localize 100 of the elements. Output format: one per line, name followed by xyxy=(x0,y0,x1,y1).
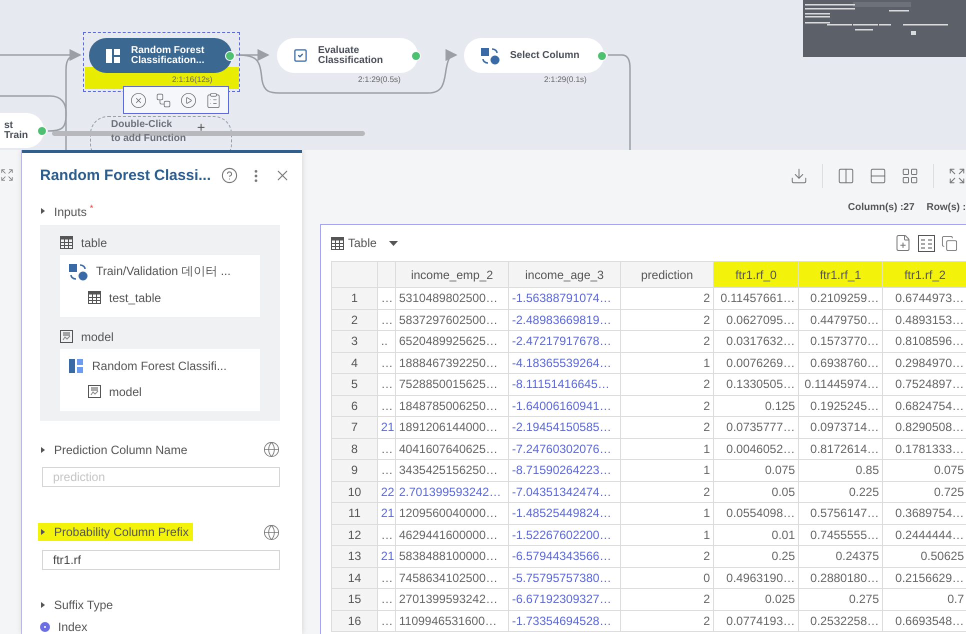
text-field[interactable]: prediction xyxy=(42,467,280,488)
row-number: 3 xyxy=(332,330,378,352)
workflow-node[interactable]: Select Column xyxy=(464,38,604,73)
table-cell: 0.6938760… xyxy=(798,352,882,374)
source-node[interactable]: Train/Validation 데이터 ... xyxy=(96,263,231,280)
table-cell: 2 xyxy=(620,610,714,632)
column-header[interactable]: prediction xyxy=(620,262,714,288)
table-cell: 1 xyxy=(620,524,714,546)
table-cell: 6520489925625… xyxy=(396,330,508,352)
table-cell: 2 xyxy=(620,309,714,330)
table-cell: … xyxy=(378,460,396,481)
table-cell: 0.4479750… xyxy=(798,309,882,330)
table-cell: 5310489802500… xyxy=(396,288,508,309)
table-cell: 0.11457661… xyxy=(714,288,798,309)
table-cell: 0.0627095… xyxy=(714,309,798,330)
table-cell: … xyxy=(378,374,396,395)
panel-title: Random Forest Classi... xyxy=(40,167,211,184)
placeholder-text[interactable]: to add Function xyxy=(111,134,186,144)
table-cell: -7.24760302076… xyxy=(508,438,620,460)
table-cell: 7528850015625… xyxy=(396,374,508,395)
table-cell: 0.0317632… xyxy=(714,330,798,352)
column-header[interactable]: income_age_3 xyxy=(508,262,620,288)
table-cell: 0.0076269… xyxy=(714,352,798,374)
parameter-label[interactable]: Prediction Column Name xyxy=(54,440,192,459)
row-number: 13 xyxy=(332,546,378,567)
table-cell: 0.2109259… xyxy=(798,288,882,309)
table-cell: 0.05 xyxy=(714,481,798,502)
table-cell: 7458634102500… xyxy=(396,567,508,588)
table-cell: 21 xyxy=(378,416,396,438)
column-header[interactable]: ftr1.rf_0 xyxy=(714,262,798,288)
table-cell: -1.48525449824… xyxy=(508,502,620,524)
row-number: 2 xyxy=(332,309,378,330)
table-cell: 2 xyxy=(620,330,714,352)
summary-text: Row(s) : xyxy=(926,202,966,215)
table-cell: 2 xyxy=(620,481,714,502)
column-header[interactable]: income_emp_2 xyxy=(396,262,508,288)
table-cell: … xyxy=(378,352,396,374)
table-cell: 0.0973714… xyxy=(798,416,882,438)
table-cell: 21 xyxy=(378,546,396,567)
table-cell: 1848785006250… xyxy=(396,395,508,416)
table-cell: 0.24375 xyxy=(798,546,882,567)
node-timing: 2:1:16(12s) xyxy=(172,75,212,84)
port-label: model xyxy=(81,330,114,344)
row-number: 1 xyxy=(332,288,378,309)
table-cell: 0.85 xyxy=(798,460,882,481)
table-cell: -2.47217917678… xyxy=(508,330,620,352)
row-number: 15 xyxy=(332,588,378,610)
table-cell: 2 xyxy=(620,588,714,610)
workflow-node[interactable]: Evaluate Classification xyxy=(277,38,418,73)
parameter-label[interactable]: Probability Column Prefix xyxy=(38,523,193,542)
row-number: 6 xyxy=(332,395,378,416)
table-cell: 21 xyxy=(378,502,396,524)
table-cell: -1.64006160941… xyxy=(508,395,620,416)
table-cell: … xyxy=(378,524,396,546)
placeholder-text[interactable]: Double-Click xyxy=(111,120,172,130)
table-cell: 0.225 xyxy=(798,481,882,502)
table-cell: 2 xyxy=(620,416,714,438)
table-cell: -1.73354694528… xyxy=(508,610,620,632)
table-cell: 1 xyxy=(620,352,714,374)
table-cell: 0 xyxy=(620,567,714,588)
table-cell: 0.0554098… xyxy=(714,502,798,524)
row-number: 7 xyxy=(332,416,378,438)
text-field[interactable]: ftr1.rf xyxy=(42,550,280,570)
table-cell: 2 xyxy=(620,546,714,567)
output-name: model xyxy=(109,384,142,399)
table-cell: 0.2880180… xyxy=(798,567,882,588)
table-cell: 4629441600000… xyxy=(396,524,508,546)
source-node[interactable]: Random Forest Classifi... xyxy=(92,358,227,373)
table-cell: -2.48983669819… xyxy=(508,309,620,330)
table-cell: … xyxy=(378,610,396,632)
row-number: 12 xyxy=(332,524,378,546)
column-header[interactable]: ftr1.rf_1 xyxy=(798,262,882,288)
table-cell: -8.71590264223… xyxy=(508,460,620,481)
table-cell: 0.0735777… xyxy=(714,416,798,438)
table-cell: 1209560040000… xyxy=(396,502,508,524)
table-cell: 1891206144000… xyxy=(396,416,508,438)
table-cell: … xyxy=(378,288,396,309)
radio-option[interactable]: Index xyxy=(40,620,302,634)
table-cell: -7.04351342474… xyxy=(508,481,620,502)
table-cell: -5.75795757380… xyxy=(508,567,620,588)
table-cell: 0.125 xyxy=(714,395,798,416)
column-header[interactable]: ftr1.rf_2 xyxy=(882,262,966,288)
table-cell: -4.18365539264… xyxy=(508,352,620,374)
table-cell: 4041607640625… xyxy=(396,438,508,460)
table-cell: -6.57944343566… xyxy=(508,546,620,567)
table-cell: 1 xyxy=(620,502,714,524)
table-cell: 3435425156250… xyxy=(396,460,508,481)
workflow-node[interactable]: Random Forest Classification... xyxy=(89,38,232,73)
view-dropdown[interactable]: Table xyxy=(331,236,398,250)
table-cell: 0.4963190… xyxy=(714,567,798,588)
table-cell: 0.275 xyxy=(798,588,882,610)
table-cell: -2.19454150585… xyxy=(508,416,620,438)
section-label[interactable]: Inputs $^{*}$ xyxy=(54,200,98,221)
row-number: 14 xyxy=(332,567,378,588)
workflow-node[interactable]: st Train xyxy=(0,113,44,148)
table-cell: 0.1330505… xyxy=(714,374,798,395)
summary-text: Column(s) :27 xyxy=(848,202,915,215)
table-cell: -6.67192309327… xyxy=(508,588,620,610)
table-cell: 2 xyxy=(620,395,714,416)
parameter-label[interactable]: Suffix Type xyxy=(54,596,117,614)
